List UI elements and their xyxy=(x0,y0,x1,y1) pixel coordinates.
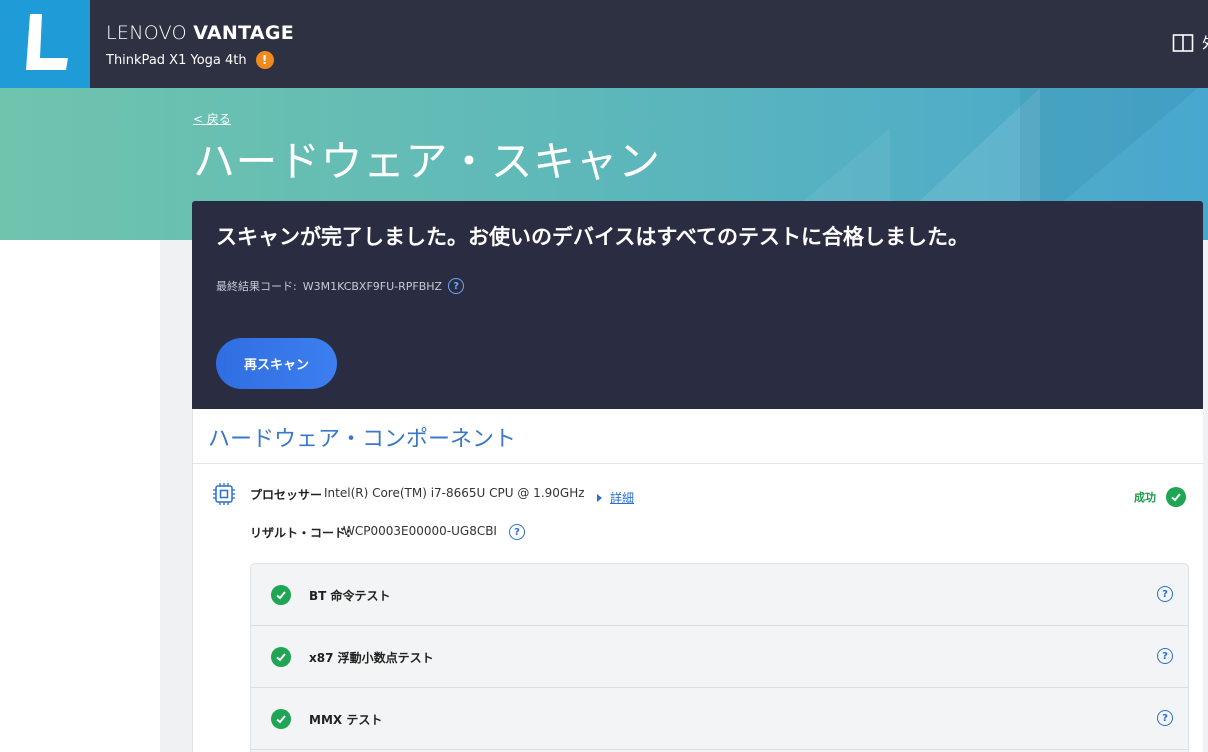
app-title-brand: LENOVO xyxy=(106,22,194,44)
help-icon[interactable]: ? xyxy=(1157,710,1173,726)
test-row: x87 浮動小数点テスト ? xyxy=(251,626,1188,688)
lenovo-l-logo-icon xyxy=(26,14,68,70)
help-icon[interactable]: ? xyxy=(1157,648,1173,664)
check-icon xyxy=(271,585,291,605)
status-text: 成功 xyxy=(1134,491,1156,504)
result-code-value: WCP0003E00000-UG8CBI xyxy=(343,524,497,538)
scan-result-message: スキャンが完了しました。お使いのデバイスはすべてのテストに合格しました。 xyxy=(216,225,970,249)
app-header: LENOVO VANTAGE ThinkPad X1 Yoga 4th ! 外 xyxy=(0,0,1208,88)
detail-link[interactable]: 詳細 xyxy=(597,489,634,506)
page-title: ハードウェア・スキャン xyxy=(193,137,661,186)
help-icon[interactable]: ? xyxy=(509,524,525,540)
status-badge: 成功 xyxy=(1134,487,1186,507)
back-link[interactable]: < 戻る xyxy=(193,110,231,127)
test-row: MMX テスト ? xyxy=(251,688,1188,750)
processor-label: プロセッサー xyxy=(250,488,323,502)
result-code-label: リザルト・コード: xyxy=(250,526,351,540)
final-result-code-value: W3M1KCBXF9FU-RPFBHZ xyxy=(302,279,443,293)
header-right-text[interactable]: 外 xyxy=(1202,32,1208,53)
scan-result-card: スキャンが完了しました。お使いのデバイスはすべてのテストに合格しました。 最終結… xyxy=(192,201,1203,409)
caret-right-icon[interactable] xyxy=(597,493,602,502)
check-icon xyxy=(271,709,291,729)
lenovo-logo xyxy=(0,0,90,88)
check-icon xyxy=(271,647,291,667)
left-gutter xyxy=(0,240,160,752)
app-title: LENOVO VANTAGE xyxy=(106,22,294,44)
hardware-components-section: ハードウェア・コンポーネント プロセッサー Intel(R) Core(TM) … xyxy=(192,409,1204,752)
test-name: BT 命令テスト xyxy=(309,589,391,603)
divider xyxy=(193,463,1204,464)
test-name: MMX テスト xyxy=(309,713,383,727)
window-layout-control[interactable]: 外 xyxy=(1172,32,1208,53)
warning-icon[interactable]: ! xyxy=(255,51,274,69)
test-list: BT 命令テスト ? x87 浮動小数点テスト ? MMX テスト ? xyxy=(250,563,1189,752)
test-name: x87 浮動小数点テスト xyxy=(309,651,434,665)
final-result-code: 最終結果コード: W3M1KCBXF9FU-RPFBHZ ? xyxy=(216,278,465,294)
app-title-product: VANTAGE xyxy=(193,22,295,44)
check-icon xyxy=(1166,487,1186,507)
device-info: ThinkPad X1 Yoga 4th ! xyxy=(106,51,274,69)
detail-link-label[interactable]: 詳細 xyxy=(610,489,634,506)
help-icon[interactable]: ? xyxy=(1157,586,1173,602)
final-result-code-label: 最終結果コード: xyxy=(216,280,297,293)
help-icon[interactable]: ? xyxy=(448,278,465,294)
panel-layout-icon[interactable] xyxy=(1172,33,1194,53)
device-name: ThinkPad X1 Yoga 4th xyxy=(106,52,247,68)
processor-chip-icon xyxy=(213,483,235,505)
rescan-button[interactable]: 再スキャン xyxy=(216,338,337,389)
processor-value: Intel(R) Core(TM) i7-8665U CPU @ 1.90GHz xyxy=(324,486,585,500)
section-title: ハードウェア・コンポーネント xyxy=(208,427,517,452)
test-row: BT 命令テスト ? xyxy=(251,564,1188,626)
